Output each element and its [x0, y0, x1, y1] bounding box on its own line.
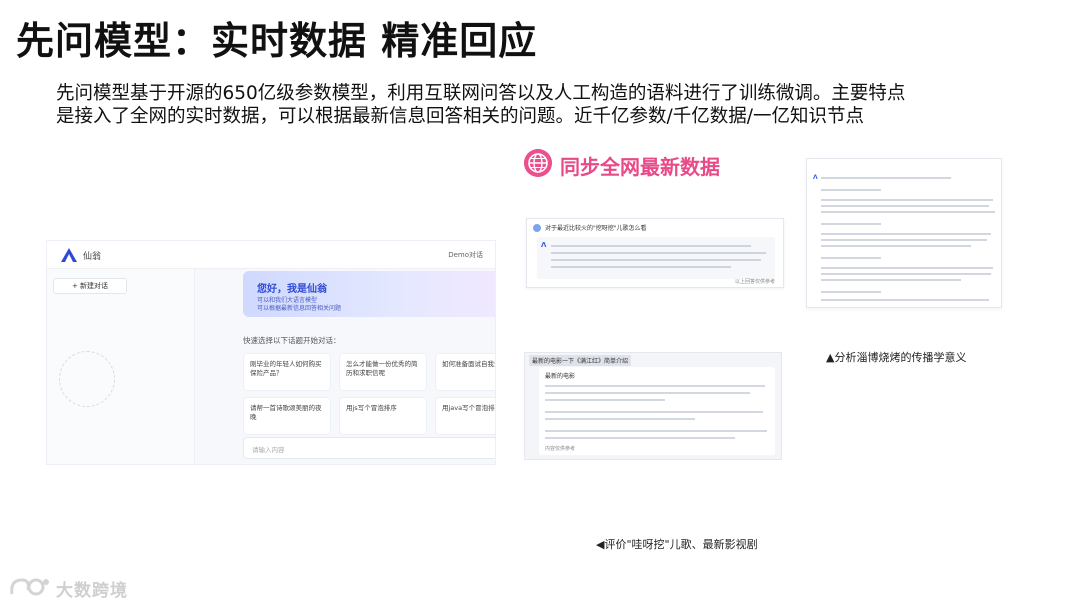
chat-answer: Λ: [537, 237, 775, 279]
answer-footer: 以上回答仅供参考: [734, 279, 775, 285]
answer-footer: 内容仅供参考: [545, 446, 576, 452]
caption-song-movie: ◀评价"哇呀挖"儿歌、最新影视剧: [596, 538, 758, 551]
doc-text-line: [821, 239, 987, 241]
doc-text-line: [821, 233, 991, 235]
doc-text-line: [821, 177, 951, 179]
chat-example-bbq: Λ: [806, 158, 1002, 308]
doc-text-line: [821, 205, 989, 207]
answer-text-line: [545, 399, 665, 401]
doc-text-line: [821, 257, 881, 259]
app-brand-name: 仙翁: [83, 252, 102, 262]
banner-text: 同步全网最新数据: [560, 155, 720, 179]
topic-card[interactable]: 如何准备面试自我介绍: [435, 353, 495, 391]
chat-answer-card: 最新的电影 内容仅供参考: [539, 367, 775, 455]
topic-card[interactable]: 用java写个冒泡排序: [435, 397, 495, 435]
doc-text-line: [821, 273, 991, 275]
assistant-logo-icon: Λ: [541, 241, 547, 249]
chat-question: 最新的电影: [545, 373, 576, 380]
chat-topic-tag: 最新的电影一下《满江红》简单介绍: [529, 355, 632, 366]
slide: 先问模型：实时数据 精准回应 先问模型基于开源的650亿级参数模型，利用互联网问…: [0, 0, 1080, 607]
answer-text-line: [551, 245, 751, 247]
intro-line-1: 先问模型基于开源的650亿级参数模型，利用互联网问答以及人工构造的语料进行了训练…: [56, 83, 906, 104]
chat-input-placeholder: 请输入内容: [252, 446, 285, 454]
app-home-screenshot: 仙翁 Demo对话 + 新建对话 您好，我是仙翁 可以和我们大语言模型 可以根据…: [46, 240, 496, 465]
intro-text: 先问模型基于开源的650亿级参数模型，利用互联网问答以及人工构造的语料进行了训练…: [56, 82, 1016, 128]
topic-card[interactable]: 怎么才能做一份优秀的简历和求职信呢: [339, 353, 427, 391]
greeting-subtitle-2: 可以根据最新信息回答相关问题: [257, 305, 342, 312]
chat-question: 对于最近比较火的"挖呀挖"儿歌怎么看: [545, 225, 647, 232]
sidebar-watermark-icon: [59, 351, 115, 407]
watermark-logo-icon: [10, 578, 49, 596]
doc-text-line: [821, 211, 995, 213]
intro-line-2: 是接入了全网的实时数据，可以根据最新信息回答相关的问题。近千亿参数/千亿数据/一…: [56, 106, 864, 127]
watermark-text: 大数跨境: [56, 581, 128, 601]
app-sidebar: + 新建对话: [47, 269, 195, 464]
answer-text-line: [545, 385, 765, 387]
quick-topic-label: 快速选择以下话题开始对话：: [243, 336, 341, 345]
topic-card[interactable]: 用js写个冒泡排序: [339, 397, 427, 435]
topic-card[interactable]: 请帮一首诗歌颂美丽的夜晚: [243, 397, 331, 435]
chat-input[interactable]: 请输入内容 ➤: [243, 437, 495, 459]
greeting-banner: 您好，我是仙翁 可以和我们大语言模型 可以根据最新信息回答相关问题: [243, 271, 495, 317]
topic-card[interactable]: 刚毕业的年轻人如何购买保险产品？: [243, 353, 331, 391]
chat-example-song: 对于最近比较火的"挖呀挖"儿歌怎么看 Λ 以上回答仅供参考: [526, 218, 784, 288]
doc-text-line: [821, 189, 881, 191]
app-logo-icon: [61, 248, 77, 262]
answer-text-line: [551, 259, 761, 261]
globe-icon: [524, 149, 552, 177]
answer-text-line: [545, 418, 695, 420]
doc-text-line: [821, 267, 993, 269]
assistant-logo-icon: Λ: [813, 174, 818, 181]
answer-text-line: [545, 392, 750, 394]
watermark: 大数跨境: [8, 572, 148, 602]
answer-text-line: [551, 252, 766, 254]
caption-bbq: ▲分析淄博烧烤的传播学意义: [826, 351, 967, 364]
app-top-bar: 仙翁 Demo对话: [47, 241, 495, 269]
answer-text-line: [545, 437, 735, 439]
chat-example-movie: 最新的电影一下《满江红》简单介绍 最新的电影 内容仅供参考: [524, 352, 782, 460]
user-avatar: [533, 224, 541, 232]
greeting-title: 您好，我是仙翁: [257, 284, 327, 295]
doc-text-line: [821, 245, 971, 247]
page-title: 先问模型：实时数据 精准回应: [16, 19, 538, 63]
doc-text-line: [821, 291, 881, 293]
new-chat-button[interactable]: + 新建对话: [53, 278, 127, 294]
doc-text-line: [821, 279, 961, 281]
answer-text-line: [545, 430, 767, 432]
demo-link[interactable]: Demo对话: [448, 250, 483, 260]
answer-text-line: [551, 266, 731, 268]
doc-text-line: [821, 199, 993, 201]
answer-text-line: [545, 411, 763, 413]
doc-text-line: [821, 223, 881, 225]
doc-text-line: [821, 299, 989, 301]
